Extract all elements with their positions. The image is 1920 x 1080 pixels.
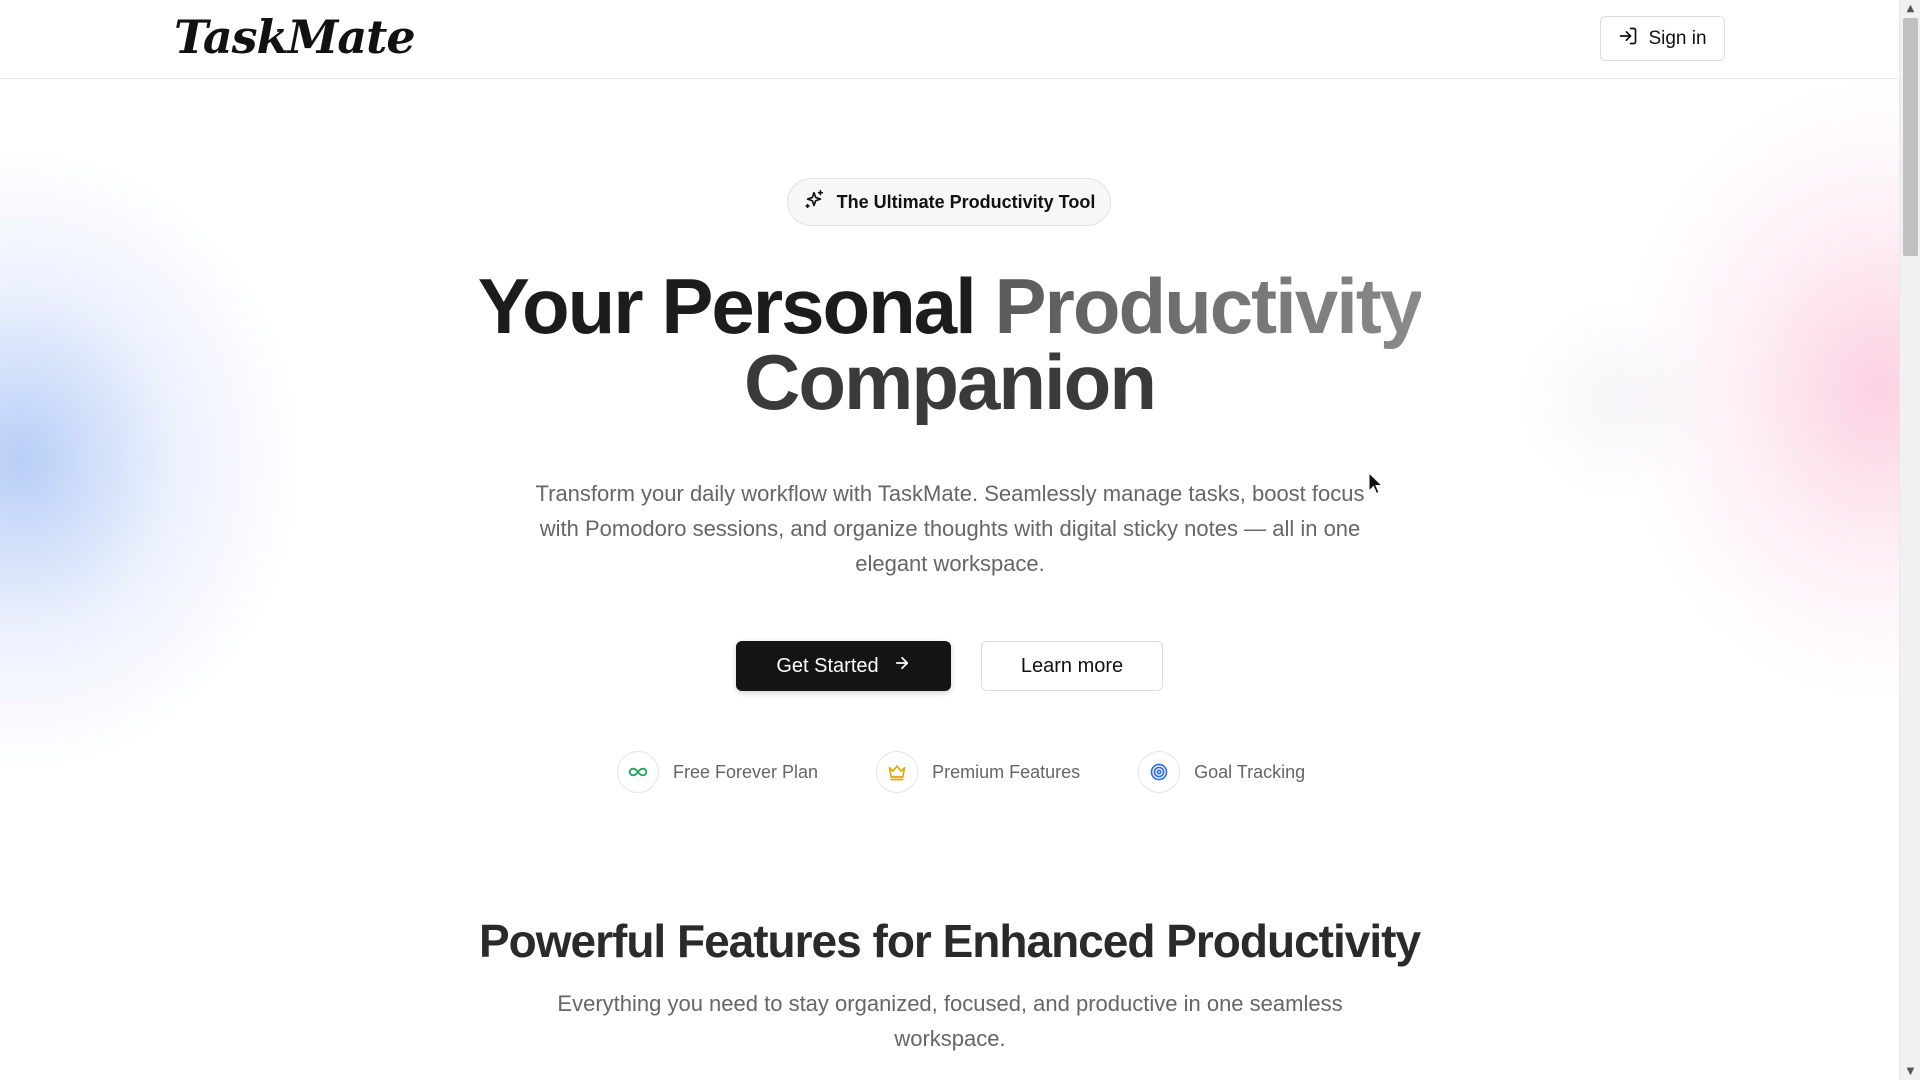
hero-badge: The Ultimate Productivity Tool	[787, 178, 1111, 226]
highlight-label: Free Forever Plan	[673, 761, 819, 782]
highlight-goal-tracking: Goal Tracking	[1138, 751, 1305, 793]
logo[interactable]: TaskMate	[174, 10, 416, 64]
target-icon	[1138, 751, 1181, 793]
hero-title-line2: Companion	[744, 338, 1157, 426]
arrow-right-icon	[893, 654, 911, 678]
mouse-cursor-icon	[1368, 472, 1384, 495]
highlight-premium: Premium Features	[876, 751, 1080, 793]
features-description: Everything you need to stay organized, f…	[557, 991, 1343, 1051]
hero-title-part1: Your Personal	[477, 262, 995, 350]
get-started-button[interactable]: Get Started	[736, 641, 951, 691]
scrollbar-thumb[interactable]	[1903, 18, 1918, 256]
login-icon	[1618, 26, 1638, 52]
scroll-up-arrow-icon[interactable]: ▲	[1900, 0, 1920, 17]
features-title: Powerful Features for Enhanced Productiv…	[478, 915, 1421, 967]
highlight-label: Goal Tracking	[1194, 761, 1306, 782]
scroll-down-arrow-icon[interactable]: ▼	[1900, 1063, 1920, 1080]
highlight-free-forever: Free Forever Plan	[617, 751, 818, 793]
sign-in-label: Sign in	[1648, 27, 1707, 49]
badge-text: The Ultimate Productivity Tool	[836, 191, 1096, 212]
learn-more-button[interactable]: Learn more	[981, 641, 1163, 691]
infinity-icon	[617, 751, 659, 793]
sparkles-icon	[803, 189, 825, 216]
get-started-label: Get Started	[776, 654, 879, 677]
landing-page: TaskMate Sign in The Ultimate Productivi…	[0, 0, 1899, 1080]
learn-more-label: Learn more	[1020, 654, 1124, 677]
highlight-label: Premium Features	[932, 761, 1081, 782]
hero-title-part2: Productivity	[994, 262, 1423, 350]
site-header: TaskMate Sign in	[0, 0, 1899, 79]
hero-title: Your Personal Productivity Companion	[300, 267, 1599, 426]
sign-in-button[interactable]: Sign in	[1600, 16, 1725, 61]
background-glow-left	[0, 150, 300, 770]
crown-icon	[876, 751, 919, 793]
hero-description: Transform your daily workflow with TaskM…	[535, 481, 1365, 576]
highlights-row: Free Forever Plan Premium Features Goal …	[617, 750, 1305, 794]
page-scrollbar[interactable]: ▲ ▼	[1899, 0, 1920, 1080]
